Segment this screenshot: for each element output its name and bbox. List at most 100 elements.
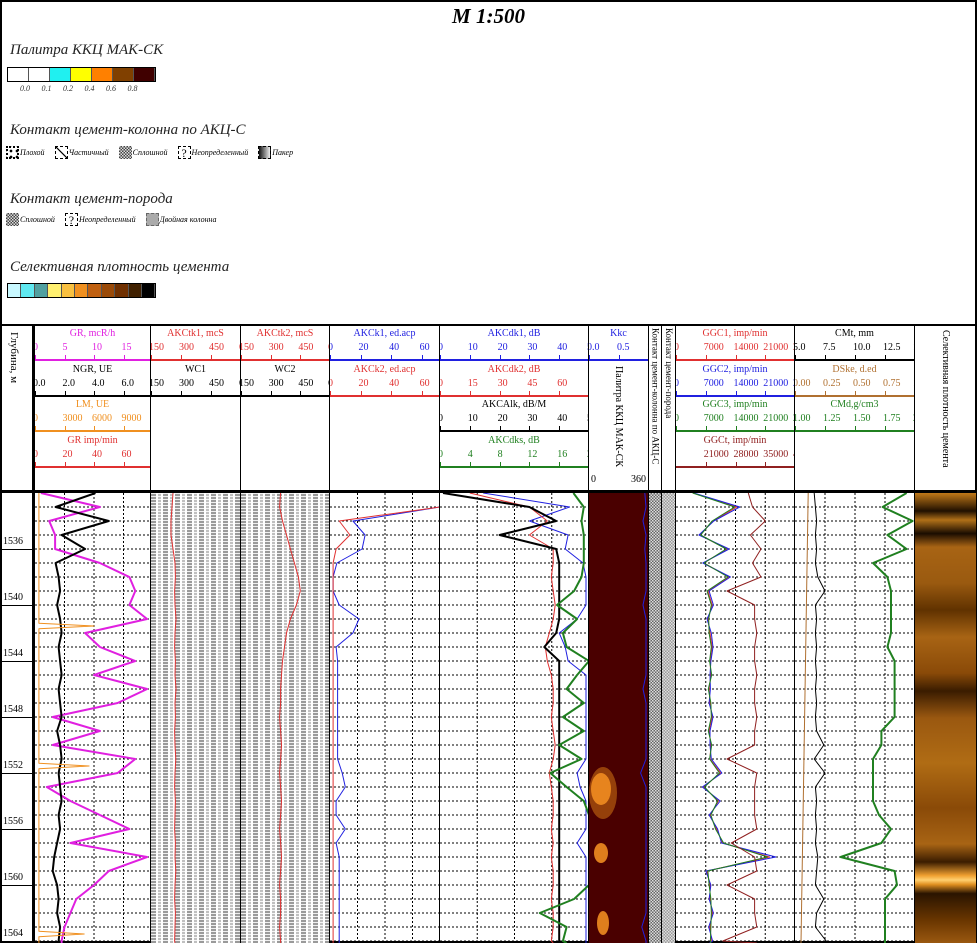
- scale-ggc2-imp-min: GGC2, imp/min07000140002100028000: [676, 362, 794, 398]
- casing-legend-item: Частичный: [54, 146, 109, 159]
- scale-ggct-imp-min: GGCt, imp/min21000280003500042000: [676, 433, 794, 469]
- depth-label: 1548: [3, 704, 23, 715]
- scale-line: [35, 465, 150, 468]
- scale-line: [589, 359, 648, 361]
- depth-label: 1564: [3, 928, 23, 939]
- casing-contact-legend-title: Контакт цемент-колонна по АКЦ-С: [10, 122, 246, 138]
- scale-tick-label: 3000: [62, 413, 83, 424]
- palette-label: 0.4: [84, 84, 95, 93]
- depth-tick: [0, 829, 32, 830]
- scale-tick-label: 16: [557, 448, 568, 460]
- palette-swatch: [92, 68, 113, 81]
- scale-tick-label: 0: [330, 342, 333, 353]
- track-data-sel: [915, 493, 977, 943]
- scale-akck1-ed-acp: AKCk1, ed.acp 0 20 40 60: [330, 326, 439, 362]
- scale-lm-ue: LM, UE030006000900012000: [35, 397, 150, 433]
- scale-tick-label: 0.75: [883, 377, 901, 389]
- scale-tick-label: 300: [268, 377, 284, 389]
- scale-tick-label: 14000: [733, 377, 759, 389]
- scale-tick-label: 150: [151, 377, 164, 389]
- scale-tick-label: 20: [62, 448, 73, 460]
- track-data-wc2: [241, 493, 330, 943]
- scale-label: AKCdk2, dB: [487, 363, 541, 375]
- scale-tick-label: 0: [33, 342, 38, 353]
- scale-label: AKCk2, ed.acp: [353, 363, 416, 375]
- scale-tick-label: 40: [389, 377, 400, 389]
- scale-ngr-ue: NGR, UE0.02.04.06.08: [35, 362, 150, 398]
- scale-tick-label: 5: [62, 342, 68, 353]
- curve-lm-ue: [38, 493, 95, 943]
- scale-tick-label: 300: [179, 342, 194, 353]
- scale-tick-label: 0: [440, 342, 443, 353]
- casing-packer-icon: [258, 146, 272, 159]
- scale-tick-label: 0: [330, 378, 333, 389]
- scale-tick-label: 14000: [733, 342, 759, 353]
- palette-swatch: [29, 68, 50, 81]
- scale-kkc: Kkc0.00.51.0: [589, 326, 648, 362]
- scale-tick-label: 300: [268, 342, 284, 353]
- scale-tick-label: 2.0: [62, 377, 76, 389]
- depth-tick: [0, 549, 32, 550]
- curve-canvas-sel: [915, 493, 977, 943]
- scale-label: AKCtk2, mcS: [256, 328, 314, 339]
- scale-tick-label: 0.5: [617, 342, 630, 353]
- palette-swatch: [50, 68, 71, 81]
- scale-tick-label: 20: [497, 413, 508, 424]
- scale-label: AKCAlk, dB/M: [481, 399, 547, 410]
- curve-canvas-akcdk: [440, 493, 588, 943]
- scale-tick-label: 40: [92, 448, 102, 460]
- depth-tick: [0, 661, 32, 662]
- scale-gr-mcr-h: GR, mcR/h05101520: [35, 326, 150, 362]
- scale-label: GR imp/min: [67, 434, 118, 446]
- palette-swatch: [113, 68, 134, 81]
- track-data-wc1: [151, 493, 241, 943]
- scale-tick-label: 21000: [703, 448, 729, 460]
- track-data-kkc: [589, 493, 649, 943]
- depth-track: 1536 1540 1544 1548 1552 1556 1560 1564: [0, 493, 33, 943]
- scale-tick-label: 300: [179, 377, 194, 389]
- scale-label: GGC2, imp/min: [702, 363, 768, 375]
- scale-tick-label: 30: [527, 342, 538, 353]
- scale-gr-imp-min: GR imp/min020406080: [35, 433, 150, 469]
- scale-tick-label: 1.75: [883, 413, 901, 424]
- track-data-ggc: [676, 493, 795, 943]
- rock-legend-label: Сплошной: [20, 215, 55, 224]
- palette-swatch: [134, 68, 155, 81]
- curve-ggct-imp-min: [722, 493, 766, 943]
- scale-tick-label: 450: [298, 342, 314, 353]
- scale-wc2: WC2150300450600: [241, 362, 329, 398]
- scale-tick-label: 4: [467, 448, 473, 460]
- scale-akcdk2-db: AKCdk2, dB 0 15 30 45 60: [440, 362, 588, 398]
- scale-tick-label: 0.50: [853, 377, 871, 389]
- scale-tick-label: 0: [676, 378, 679, 389]
- depth-label: 1552: [3, 760, 23, 771]
- scale-label: AKCtk1, mcS: [167, 328, 224, 339]
- density-swatch: [128, 284, 142, 297]
- scale-tick-label: 1.50: [853, 413, 871, 424]
- track-header-kkc: Kkc0.00.51.0Палитра ККЦ МАК-СК0360: [589, 326, 649, 490]
- curve-akctk2-mcs: [279, 493, 301, 943]
- scale-tick-label: 21000: [763, 377, 789, 389]
- scale-tick-label: 450: [209, 342, 224, 353]
- kkc-anomaly: [594, 843, 608, 863]
- scale-label: CMd,g/cm3: [830, 399, 879, 410]
- scale-tick-label: 0.25: [823, 377, 841, 389]
- track-header-ggc: GGC1, imp/min 0 7000 14000 21000 28000 GGC2, i…: [676, 326, 795, 490]
- scale-line: [330, 394, 439, 397]
- kkc-anomaly: [591, 773, 611, 805]
- scale-tick-label: 60: [419, 377, 430, 389]
- scale-tick-label: 60: [419, 342, 430, 353]
- track-data-akck: [330, 493, 440, 943]
- casing-unknown-icon: ?: [177, 146, 191, 159]
- scale-label: Kkc: [610, 328, 627, 339]
- rock-legend-item: Двойная колонна: [145, 213, 217, 226]
- scale-line: [440, 465, 588, 468]
- casing-legend-label: Частичный: [68, 148, 109, 157]
- scale-tick-label: 450: [298, 377, 314, 389]
- casing-legend-label: Пакер: [272, 148, 294, 157]
- scale-tick-label: 21000: [763, 342, 789, 353]
- density-swatch: [141, 284, 156, 297]
- scale-tick-label: 12.5: [883, 342, 901, 353]
- scale-tick-label: 0: [33, 448, 38, 460]
- scale-akcdk1-db: AKCdk1, dB01020304050: [440, 326, 588, 362]
